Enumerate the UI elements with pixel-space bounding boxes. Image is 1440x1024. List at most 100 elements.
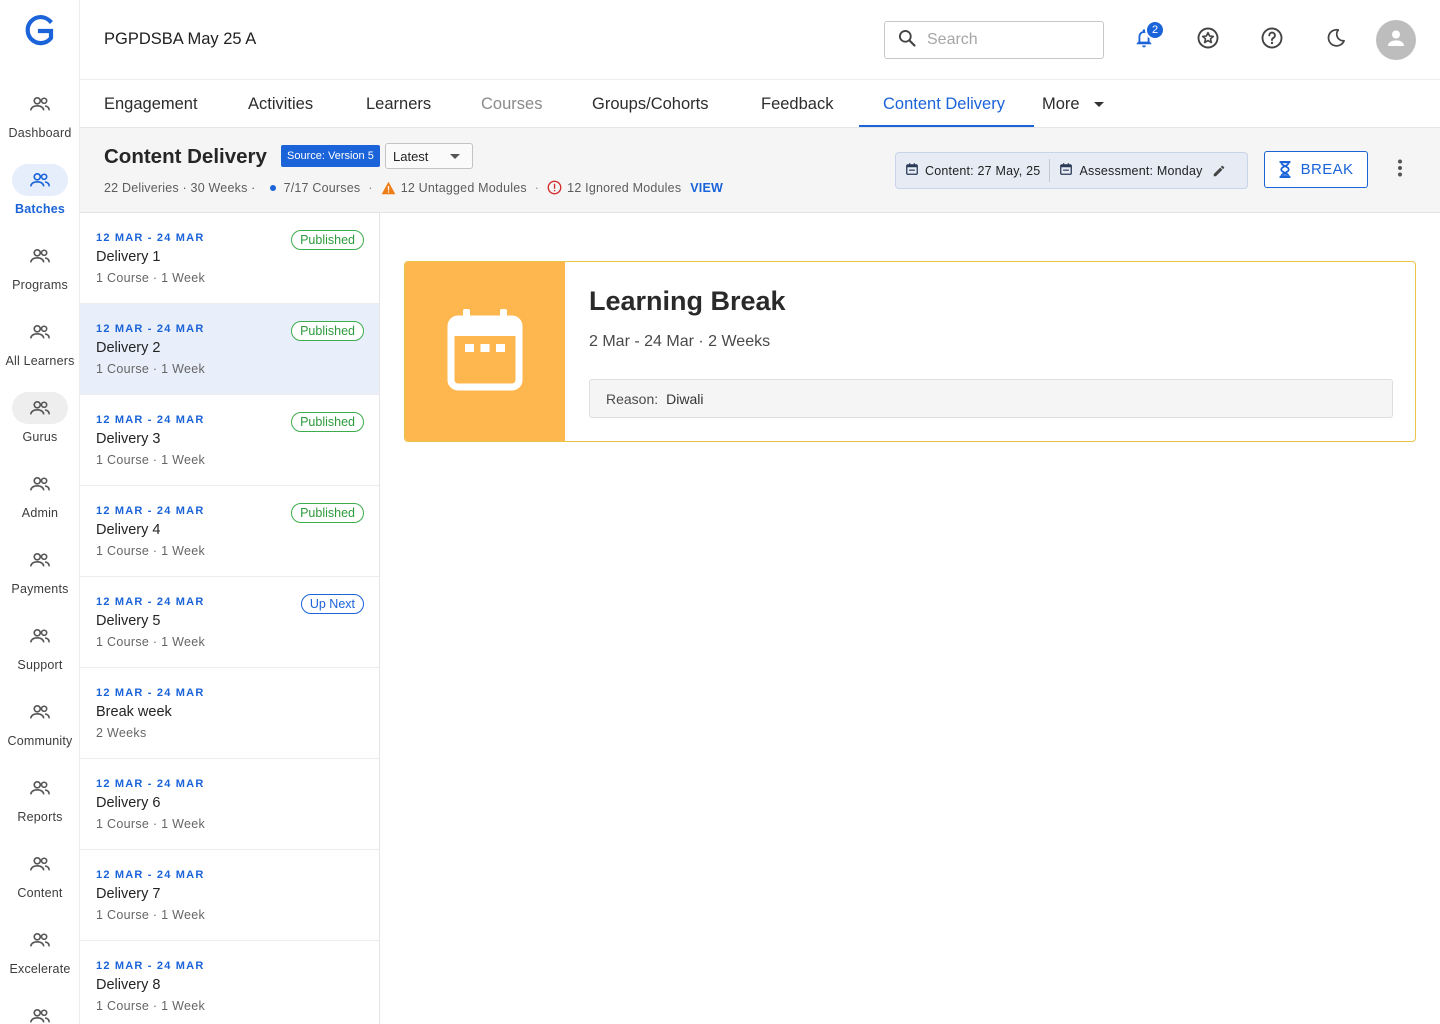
delivery-summary: 1 Course · 1 Week xyxy=(96,453,206,467)
rail-item-support[interactable]: Support xyxy=(0,620,79,684)
calendar-icon xyxy=(1059,162,1073,179)
tab-label: Groups/Cohorts xyxy=(592,94,709,113)
rail-item-label: All Learners xyxy=(5,354,75,368)
batch-title: PGPDSBA May 25 A xyxy=(104,30,257,48)
tab-label: Content Delivery xyxy=(883,94,1005,113)
rail-item-dashboard[interactable]: Dashboard xyxy=(0,88,79,152)
rail-item-community[interactable]: Community xyxy=(0,696,79,760)
star-badge-icon xyxy=(1196,26,1220,55)
edit-schedule-button[interactable] xyxy=(1212,164,1226,178)
delivery-summary: 1 Course · 1 Week xyxy=(96,999,206,1013)
tab-more[interactable]: More xyxy=(1042,80,1104,128)
rail-item-excelerate[interactable]: Excelerate xyxy=(0,924,79,988)
more-actions-button[interactable] xyxy=(1388,156,1412,180)
active-tab-indicator xyxy=(859,125,1034,127)
break-button-label: BREAK xyxy=(1300,161,1354,178)
help-icon xyxy=(1260,26,1284,55)
caret-down-icon xyxy=(1093,101,1104,107)
people-icon xyxy=(12,240,68,272)
tab-label: Feedback xyxy=(761,94,834,113)
people-icon xyxy=(12,620,68,652)
delivery-status-badge: Published xyxy=(291,321,364,341)
top-bar: PGPDSBA May 25 A 2 xyxy=(80,0,1440,80)
left-nav-rail: Dashboard Batches Programs All Learners Guru… xyxy=(0,0,80,1024)
rail-item-admin[interactable]: Admin xyxy=(0,468,79,532)
delivery-list-item[interactable]: 12 MAR - 24 MAR Delivery 3 1 Course · 1 We… xyxy=(80,395,379,486)
delivery-name: Delivery 8 xyxy=(96,977,161,993)
search-input[interactable] xyxy=(927,31,1087,49)
reason-label: Reason: xyxy=(606,390,659,407)
delivery-list-item[interactable]: 12 MAR - 24 MAR Delivery 4 1 Course · 1 We… xyxy=(80,486,379,577)
tab-label: Engagement xyxy=(104,94,198,113)
delivery-list-item[interactable]: 12 MAR - 24 MAR Delivery 8 1 Course · 1 We… xyxy=(80,941,379,1024)
user-avatar[interactable] xyxy=(1376,20,1416,60)
person-icon xyxy=(1384,26,1408,55)
people-icon xyxy=(12,924,68,956)
delivery-list-item[interactable]: 12 MAR - 24 MAR Delivery 7 1 Course · 1 We… xyxy=(80,850,379,941)
rail-item-all-learners[interactable]: All Learners xyxy=(0,316,79,380)
tab-courses[interactable]: Courses xyxy=(481,80,542,128)
add-break-button[interactable]: BREAK xyxy=(1264,151,1368,188)
rail-item-content[interactable]: Content xyxy=(0,848,79,912)
rail-item-label: Gurus xyxy=(22,430,58,444)
delivery-name: Delivery 1 xyxy=(96,249,161,265)
delivery-name: Delivery 3 xyxy=(96,431,161,447)
rewards-button[interactable] xyxy=(1192,24,1224,56)
rail-item-label: Dashboard xyxy=(8,126,72,140)
delivery-summary: 1 Course · 1 Week xyxy=(96,362,206,376)
break-card-banner xyxy=(405,262,565,441)
delivery-summary: 1 Course · 1 Week xyxy=(96,908,206,922)
tab-feedback[interactable]: Feedback xyxy=(761,80,833,128)
search-icon xyxy=(897,28,917,53)
dark-mode-toggle[interactable] xyxy=(1320,24,1352,56)
courses-summary: 7/17 Courses xyxy=(283,180,361,195)
rail-item-label: Community xyxy=(7,734,73,748)
rail-item-label: Reports xyxy=(17,810,63,824)
tab-content-delivery[interactable]: Content Delivery xyxy=(883,80,1005,128)
delivery-summary: 2 Weeks xyxy=(96,726,147,740)
tab-label: More xyxy=(1042,94,1080,113)
rail-item-label: Excelerate xyxy=(9,962,71,976)
delivery-name: Delivery 6 xyxy=(96,795,161,811)
delivery-date-range: 12 MAR - 24 MAR xyxy=(96,505,205,517)
app-logo[interactable] xyxy=(24,14,56,48)
tab-learners[interactable]: Learners xyxy=(366,80,431,128)
tab-activities[interactable]: Activities xyxy=(248,80,313,128)
rail-item-payments[interactable]: Payments xyxy=(0,544,79,608)
delivery-name: Delivery 5 xyxy=(96,613,161,629)
rail-item-label: Admin xyxy=(21,506,59,520)
moon-icon xyxy=(1325,27,1347,54)
delivery-list-item[interactable]: 12 MAR - 24 MAR Delivery 1 1 Course · 1 We… xyxy=(80,213,379,304)
rail-item-batches[interactable]: Batches xyxy=(0,164,79,228)
rail-item-label: Programs xyxy=(12,278,68,292)
assessment-day-label: Assessment: Monday xyxy=(1079,163,1203,178)
notifications-button[interactable]: 2 xyxy=(1128,20,1165,56)
calendar-icon xyxy=(905,162,919,179)
rail-item-label: Content xyxy=(17,886,63,900)
version-select[interactable]: Latest xyxy=(385,143,473,169)
delivery-list-item[interactable]: 12 MAR - 24 MAR Delivery 2 1 Course · 1 We… xyxy=(80,304,379,395)
search-box[interactable] xyxy=(884,21,1104,59)
delivery-list-item[interactable]: 12 MAR - 24 MAR Delivery 6 1 Course · 1 We… xyxy=(80,759,379,850)
deliveries-summary: 22 Deliveries · 30 Weeks · xyxy=(104,180,256,195)
people-icon xyxy=(12,848,68,880)
tab-engagement[interactable]: Engagement xyxy=(104,80,198,128)
view-modules-link[interactable]: VIEW xyxy=(690,181,723,195)
rail-item-overflow[interactable] xyxy=(0,1000,79,1024)
delivery-list-item[interactable]: 12 MAR - 24 MAR Break week 2 Weeks xyxy=(80,668,379,759)
tab-groups-cohorts[interactable]: Groups/Cohorts xyxy=(592,80,708,128)
content-delivery-header: Content Delivery Source: Version 5 Lates… xyxy=(80,128,1440,213)
delivery-list-item[interactable]: 12 MAR - 24 MAR Delivery 5 1 Course · 1 We… xyxy=(80,577,379,668)
page-title: Content Delivery xyxy=(104,145,267,168)
people-icon xyxy=(12,392,68,424)
hourglass-icon xyxy=(1278,161,1291,178)
rail-item-gurus[interactable]: Gurus xyxy=(0,392,79,456)
help-button[interactable] xyxy=(1256,24,1288,56)
version-select-value: Latest xyxy=(393,148,429,164)
status-dot-icon xyxy=(269,184,276,191)
delivery-date-range: 12 MAR - 24 MAR xyxy=(96,778,205,790)
break-title: Learning Break xyxy=(589,286,786,316)
people-icon xyxy=(12,316,68,348)
rail-item-reports[interactable]: Reports xyxy=(0,772,79,836)
rail-item-programs[interactable]: Programs xyxy=(0,240,79,304)
